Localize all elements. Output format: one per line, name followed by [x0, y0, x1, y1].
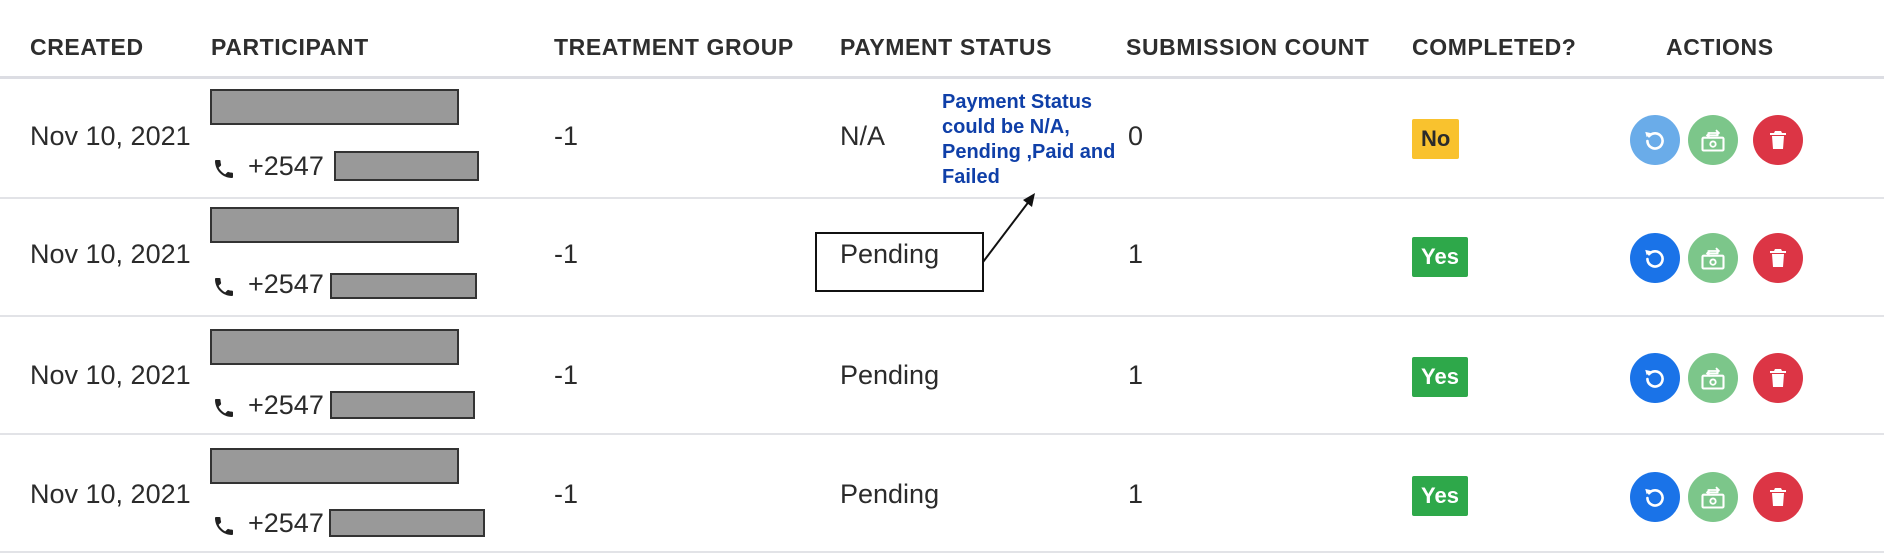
pay-button[interactable]: [1688, 353, 1738, 403]
phone-prefix: +2547: [248, 508, 324, 538]
annotation-arrow: [982, 193, 1035, 263]
delete-button[interactable]: [1753, 115, 1803, 165]
pay-button[interactable]: [1688, 472, 1738, 522]
created-date: Nov 10, 2021: [30, 239, 191, 269]
column-header-participant[interactable]: PARTICIPANT: [211, 34, 369, 61]
phone-icon: [215, 278, 233, 296]
annotation-line: Failed: [942, 166, 1000, 188]
phone-icon: [215, 399, 233, 417]
treatment-group-value: -1: [554, 239, 579, 269]
redacted-participant-name: [210, 448, 459, 484]
redacted-participant-name: [210, 207, 459, 243]
trash-icon: [1770, 131, 1786, 149]
redacted-participant-name: [210, 89, 459, 125]
cash-icon: [1701, 247, 1725, 270]
submission-count-value: 1: [1128, 479, 1144, 509]
payment-status-value: N/A: [840, 121, 886, 151]
redacted-phone-digits: [329, 509, 485, 537]
redacted-phone-digits: [334, 151, 479, 181]
delete-button[interactable]: [1753, 353, 1803, 403]
annotation-note: Payment Status could be N/A, Pending ,Pa…: [942, 90, 1132, 190]
payment-status-value: Pending: [840, 479, 940, 509]
table-row: Nov 10, 2021 +2547 -1 Pending 1 Yes: [0, 433, 1884, 553]
payment-status-value: Pending: [840, 360, 940, 390]
trash-icon: [1770, 369, 1786, 387]
refresh-icon: [1645, 249, 1664, 268]
column-header-actions: ACTIONS: [1666, 34, 1774, 60]
table-header: CREATED PARTICIPANT TREATMENT GROUP PAYM…: [0, 0, 1884, 79]
reset-button[interactable]: [1630, 472, 1680, 522]
delete-button[interactable]: [1753, 233, 1803, 283]
column-header-submission-count[interactable]: SUBMISSION COUNT: [1126, 34, 1369, 61]
annotation-line: could be N/A,: [942, 116, 1070, 138]
table-row: Nov 10, 2021 +2547 -1 Pending 1 Yes: [0, 315, 1884, 435]
refresh-icon: [1645, 488, 1664, 507]
completed-badge: Yes: [1412, 476, 1468, 516]
reset-button[interactable]: [1630, 353, 1680, 403]
reset-button[interactable]: [1630, 233, 1680, 283]
delete-button[interactable]: [1753, 472, 1803, 522]
reset-button[interactable]: [1630, 115, 1680, 165]
created-date: Nov 10, 2021: [30, 121, 191, 151]
phone-prefix: +2547: [248, 390, 324, 420]
annotation-highlight-box: [815, 232, 984, 292]
column-header-treatment-group[interactable]: TREATMENT GROUP: [554, 34, 794, 61]
redacted-phone-digits: [330, 391, 475, 419]
refresh-icon: [1645, 131, 1664, 150]
phone-icon: [215, 160, 233, 178]
refresh-icon: [1645, 369, 1664, 388]
completed-badge: Yes: [1412, 357, 1468, 397]
completed-badge: Yes: [1412, 237, 1468, 277]
cash-icon: [1701, 129, 1725, 152]
cash-icon: [1701, 367, 1725, 390]
column-header-completed[interactable]: COMPLETED?: [1412, 34, 1576, 61]
completed-badge: No: [1412, 119, 1460, 159]
pay-button[interactable]: [1688, 115, 1738, 165]
submission-count-value: 1: [1128, 360, 1144, 390]
created-date: Nov 10, 2021: [30, 479, 191, 509]
annotation-line: Payment Status: [942, 91, 1093, 113]
annotation-line: Pending ,Paid and: [942, 141, 1116, 163]
treatment-group-value: -1: [554, 360, 579, 390]
treatment-group-value: -1: [554, 121, 579, 151]
column-header-created[interactable]: CREATED: [30, 34, 144, 61]
trash-icon: [1770, 488, 1786, 506]
cash-icon: [1701, 486, 1725, 509]
phone-prefix: +2547: [248, 269, 324, 299]
submission-count-value: 1: [1128, 239, 1144, 269]
treatment-group-value: -1: [554, 479, 579, 509]
column-header-payment-status[interactable]: PAYMENT STATUS: [840, 34, 1052, 61]
phone-prefix: +2547: [248, 151, 324, 181]
created-date: Nov 10, 2021: [30, 360, 191, 390]
pay-button[interactable]: [1688, 233, 1738, 283]
trash-icon: [1770, 249, 1786, 267]
redacted-phone-digits: [330, 273, 477, 299]
phone-icon: [215, 517, 233, 535]
redacted-participant-name: [210, 329, 459, 365]
